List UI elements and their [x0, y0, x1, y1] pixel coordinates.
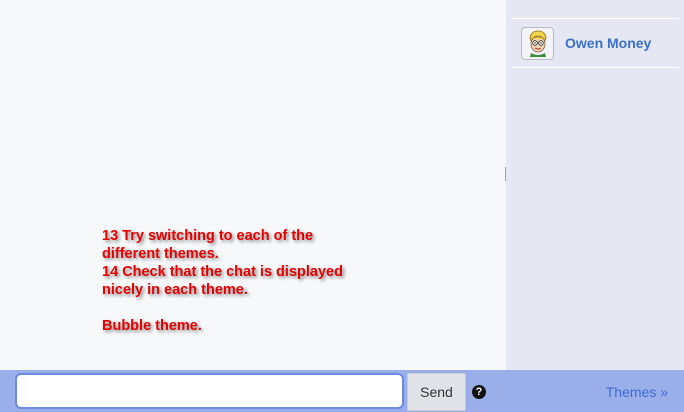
annotation-line: 13 Try switching to each of the	[102, 228, 314, 244]
user-list-item[interactable]: Owen Money	[511, 19, 679, 68]
annotation-line: nicely in each theme.	[102, 282, 248, 298]
send-button[interactable]: Send	[407, 373, 466, 411]
user-list: Owen Money	[511, 18, 679, 68]
annotation-spacer	[102, 299, 392, 317]
annotation-line: different themes.	[102, 246, 219, 262]
user-name: Owen Money	[565, 35, 652, 51]
annotation-line: 14 Check that the chat is displayed	[102, 264, 343, 280]
help-icon[interactable]: ?	[472, 385, 486, 399]
message-input[interactable]	[15, 373, 404, 409]
cartoon-avatar-icon	[529, 30, 546, 57]
avatar	[521, 26, 554, 60]
user-list-panel: Owen Money	[506, 0, 684, 370]
test-instructions-annotation: 13 Try switching to each of the differen…	[102, 227, 392, 335]
annotation-line: Bubble theme.	[102, 318, 202, 334]
themes-link[interactable]: Themes »	[606, 384, 668, 400]
